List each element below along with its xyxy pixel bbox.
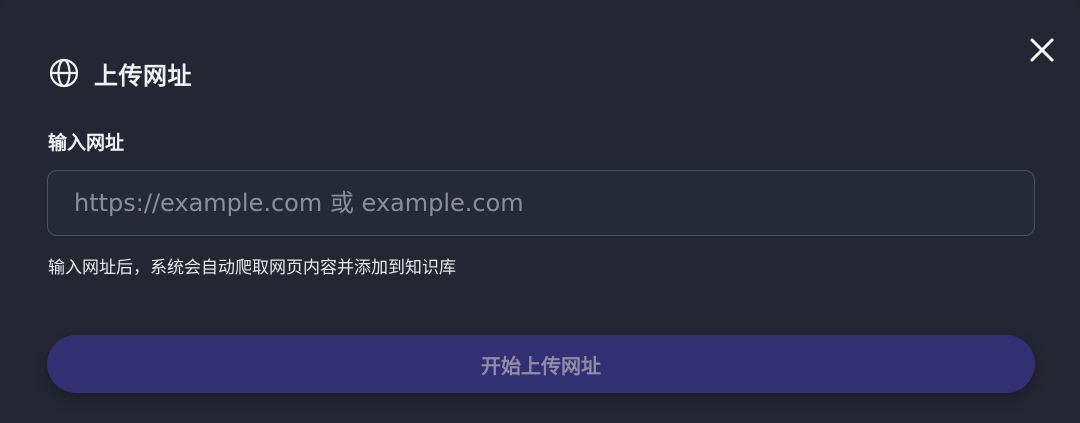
- globe-icon: [48, 57, 80, 89]
- dialog-title: 上传网址: [94, 61, 192, 90]
- upload-url-dialog: 上传网址 输入网址 输入网址后，系统会自动爬取网页内容并添加到知识库 开始上传网…: [0, 0, 1080, 423]
- url-input[interactable]: [47, 170, 1035, 236]
- url-field-label: 输入网址: [48, 132, 125, 154]
- start-upload-button[interactable]: 开始上传网址: [47, 335, 1035, 393]
- dialog-header: 上传网址: [48, 56, 192, 90]
- close-icon: [1029, 37, 1055, 67]
- close-button[interactable]: [1022, 32, 1062, 72]
- helper-text: 输入网址后，系统会自动爬取网页内容并添加到知识库: [48, 258, 456, 278]
